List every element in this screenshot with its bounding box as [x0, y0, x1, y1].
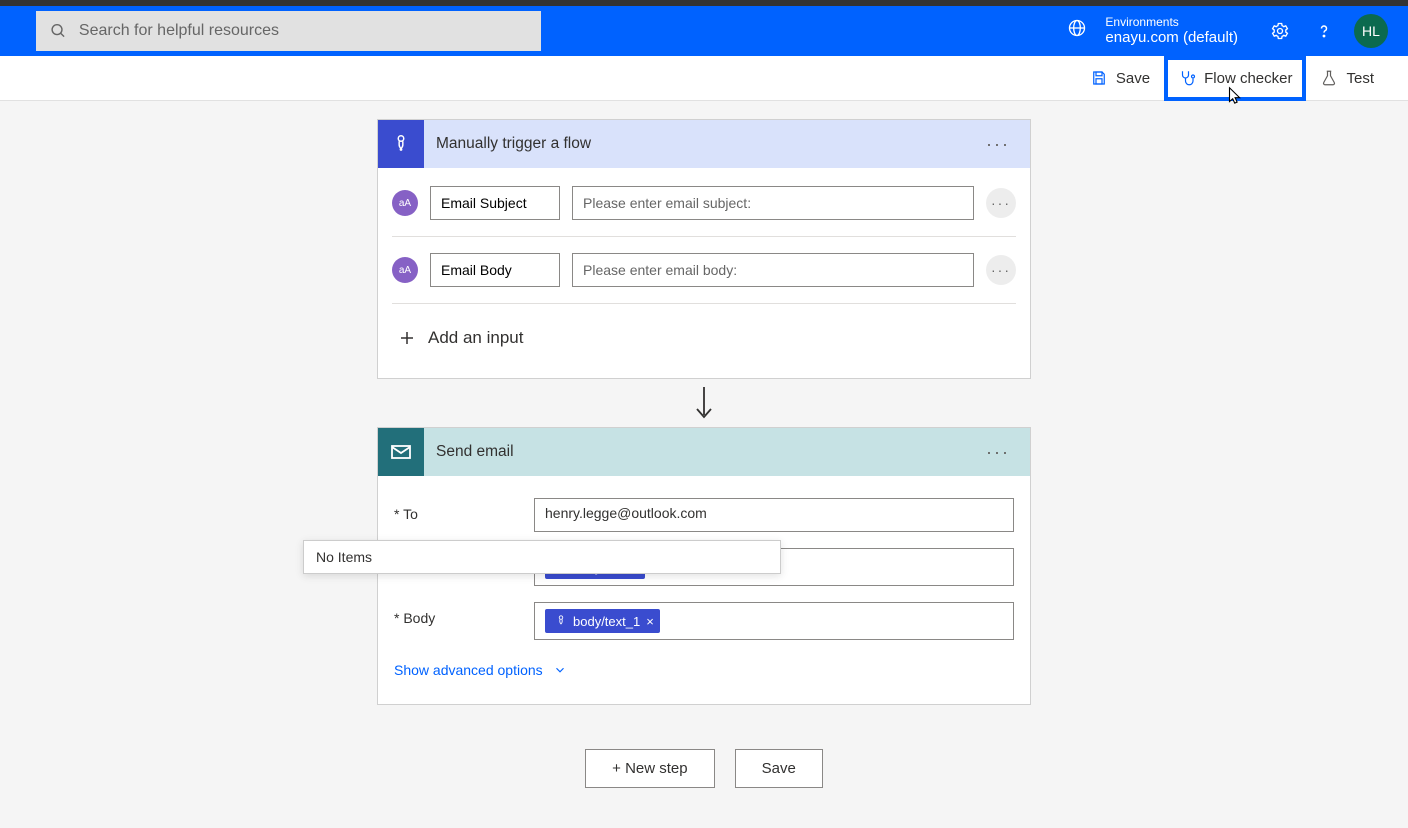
- plus-icon: [398, 329, 416, 347]
- flask-icon: [1320, 69, 1338, 87]
- trigger-more-icon[interactable]: ···: [980, 134, 1016, 155]
- env-label: Environments: [1105, 15, 1238, 29]
- trigger-title: Manually trigger a flow: [424, 135, 980, 153]
- globe-icon: [1067, 18, 1087, 43]
- search-input[interactable]: [79, 22, 527, 40]
- trigger-input-row: aA Email Body Please enter email body: ·…: [378, 243, 1030, 297]
- mail-icon: [378, 428, 424, 476]
- text-type-icon: aA: [392, 190, 418, 216]
- flow-canvas: Manually trigger a flow ··· aA Email Sub…: [0, 101, 1408, 828]
- test-button[interactable]: Test: [1306, 56, 1388, 101]
- input-row-more-icon[interactable]: ···: [986, 255, 1016, 285]
- text-type-icon: aA: [392, 257, 418, 283]
- to-row: * To henry.legge@outlook.com: [378, 490, 1030, 540]
- toolbar: Save Flow checker Test: [0, 56, 1408, 101]
- help-icon[interactable]: [1302, 9, 1346, 53]
- input-row-more-icon[interactable]: ···: [986, 188, 1016, 218]
- input-name-field[interactable]: Email Body: [430, 253, 560, 287]
- search-icon: [50, 22, 67, 40]
- settings-icon[interactable]: [1258, 9, 1302, 53]
- advanced-options-label: Show advanced options: [394, 662, 543, 678]
- input-prompt-field[interactable]: Please enter email body:: [572, 253, 974, 287]
- advanced-options-toggle[interactable]: Show advanced options: [378, 648, 1030, 696]
- stethoscope-icon: [1178, 69, 1196, 87]
- action-title: Send email: [424, 443, 980, 461]
- body-label: * Body: [394, 602, 534, 626]
- save-button[interactable]: Save: [1076, 56, 1164, 101]
- autosuggest-dropdown[interactable]: No Items: [303, 540, 781, 574]
- add-input-label: Add an input: [428, 328, 523, 348]
- chevron-down-icon: [553, 663, 567, 677]
- input-prompt-field[interactable]: Please enter email subject:: [572, 186, 974, 220]
- test-label: Test: [1346, 70, 1374, 87]
- bottom-actions: + New step Save: [585, 749, 823, 788]
- trigger-icon: [378, 120, 424, 168]
- env-name: enayu.com (default): [1105, 29, 1238, 47]
- dynamic-token[interactable]: body/text_1 ×: [545, 609, 660, 633]
- token-text: body/text_1: [573, 614, 640, 629]
- add-input-button[interactable]: Add an input: [378, 310, 1030, 370]
- connector-arrow: [689, 379, 719, 427]
- body-input[interactable]: body/text_1 ×: [534, 602, 1014, 640]
- token-remove-icon[interactable]: ×: [646, 614, 654, 629]
- action-header[interactable]: Send email ···: [378, 428, 1030, 476]
- save-flow-button[interactable]: Save: [735, 749, 823, 788]
- environment-selector[interactable]: Environments enayu.com (default): [1067, 15, 1238, 47]
- flow-checker-label: Flow checker: [1204, 70, 1292, 87]
- search-box[interactable]: [36, 11, 541, 51]
- save-icon: [1090, 69, 1108, 87]
- user-avatar[interactable]: HL: [1354, 14, 1388, 48]
- save-label: Save: [1116, 70, 1150, 87]
- trigger-input-row: aA Email Subject Please enter email subj…: [378, 176, 1030, 230]
- token-flow-icon: [551, 611, 571, 631]
- trigger-header[interactable]: Manually trigger a flow ···: [378, 120, 1030, 168]
- to-label: * To: [394, 498, 534, 522]
- trigger-card: Manually trigger a flow ··· aA Email Sub…: [377, 119, 1031, 379]
- body-row: * Body body/text_1 ×: [378, 594, 1030, 648]
- action-more-icon[interactable]: ···: [980, 442, 1016, 463]
- flow-checker-button[interactable]: Flow checker: [1164, 56, 1306, 101]
- top-nav: Environments enayu.com (default) HL: [0, 0, 1408, 56]
- new-step-button[interactable]: + New step: [585, 749, 714, 788]
- input-name-field[interactable]: Email Subject: [430, 186, 560, 220]
- to-input[interactable]: henry.legge@outlook.com: [534, 498, 1014, 532]
